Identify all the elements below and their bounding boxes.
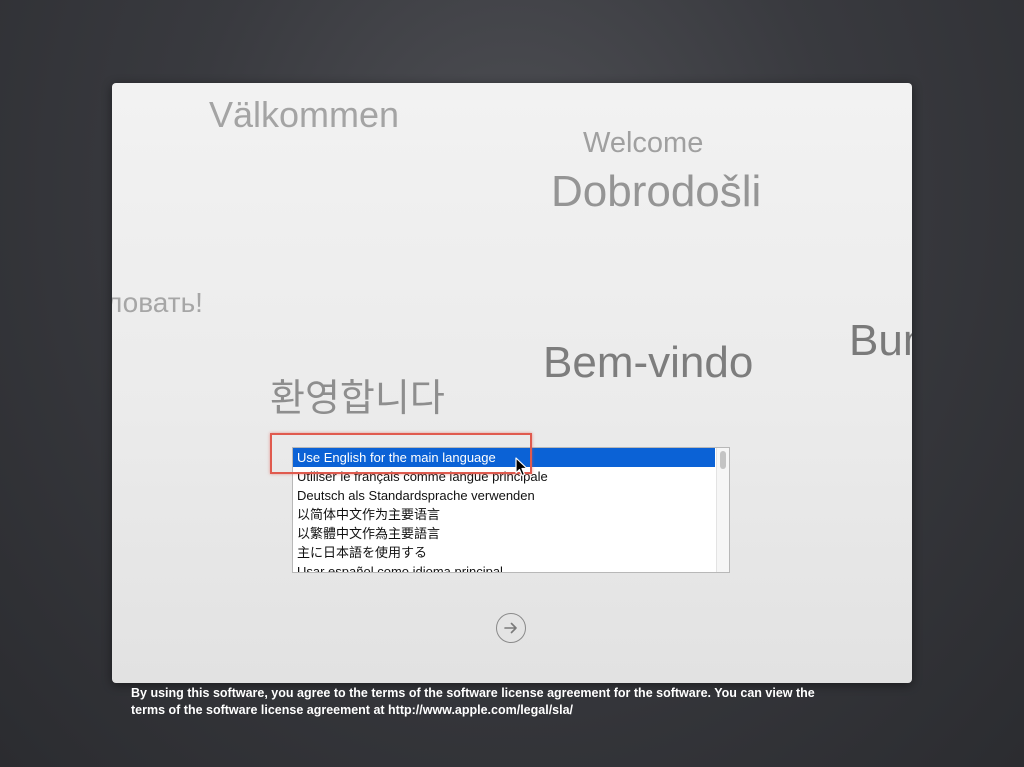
language-option-german[interactable]: Deutsch als Standardsprache verwenden — [293, 486, 715, 505]
language-option-simplified-chinese[interactable]: 以简体中文作为主要语言 — [293, 505, 715, 524]
language-option-spanish[interactable]: Usar español como idioma principal — [293, 562, 715, 572]
greeting-dobrodosli: Dobrodošli — [551, 167, 762, 216]
arrow-right-circle-icon — [504, 622, 517, 634]
language-list[interactable]: Use English for the main language Utilis… — [292, 447, 730, 573]
language-option-english[interactable]: Use English for the main language — [293, 448, 715, 467]
language-option-japanese[interactable]: 主に日本語を使用する — [293, 543, 715, 562]
greeting-welcome: Welcome — [583, 127, 704, 159]
greeting-bem-vindo: Bem-vindo — [543, 338, 754, 387]
greeting-valkommen: Välkommen — [209, 94, 400, 135]
mouse-pointer-icon — [515, 457, 528, 477]
scrollbar-thumb[interactable] — [720, 451, 726, 469]
continue-button[interactable] — [496, 613, 526, 643]
license-agreement-text: By using this software, you agree to the… — [131, 685, 891, 719]
welcome-panel: Välkommen Welcome Dobrodošli ловать! Bem… — [112, 83, 912, 683]
language-option-traditional-chinese[interactable]: 以繁體中文作為主要語言 — [293, 524, 715, 543]
greeting-bun: Bun — [849, 316, 912, 365]
license-line-2: terms of the software license agreement … — [131, 703, 574, 717]
language-list-scrollbar[interactable] — [716, 448, 729, 572]
language-option-french[interactable]: Utiliser le français comme langue princi… — [293, 467, 715, 486]
license-line-1: By using this software, you agree to the… — [131, 686, 815, 700]
greeting-korean: 환영합니다 — [270, 376, 445, 420]
greeting-russian: ловать! — [112, 287, 203, 318]
